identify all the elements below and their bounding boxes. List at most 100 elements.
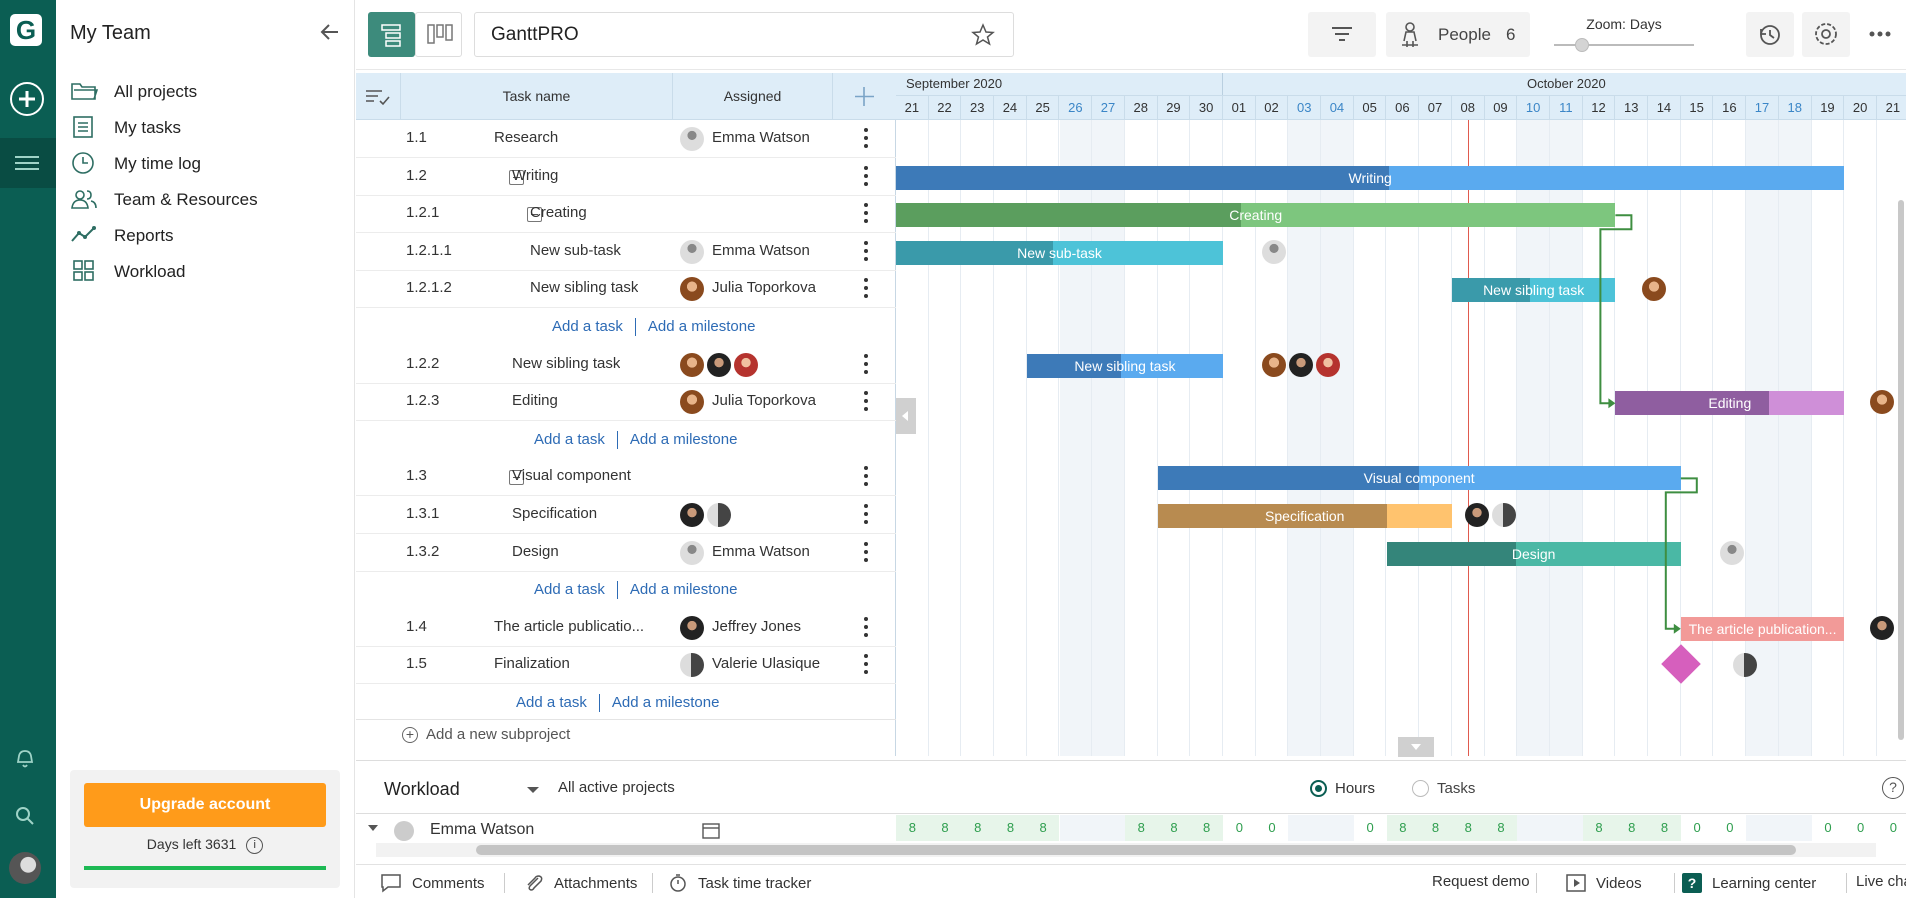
- settings-button[interactable]: [1802, 12, 1850, 57]
- add-milestone-link[interactable]: Add a milestone: [630, 581, 738, 598]
- zoom-slider-handle[interactable]: [1575, 38, 1589, 52]
- task-name[interactable]: New sibling task: [530, 279, 638, 296]
- row-menu-icon[interactable]: [861, 387, 871, 415]
- collapse-arrow-icon[interactable]: [318, 20, 342, 44]
- task-row[interactable]: 1.3 Visual component: [356, 458, 896, 497]
- info-icon[interactable]: i: [246, 836, 264, 854]
- live-chat-link[interactable]: Live chat: [1856, 873, 1906, 890]
- videos-link[interactable]: Videos: [1566, 873, 1642, 893]
- nav-item-my-tasks[interactable]: My tasks: [70, 112, 340, 144]
- task-name[interactable]: Creating: [530, 204, 587, 221]
- task-row[interactable]: 1.2.1.2 New sibling task Julia Toporkova: [356, 270, 896, 309]
- splitter-handle[interactable]: [896, 398, 916, 434]
- task-grid: 1.1 Research Emma Watson 1.2 Writing 1.2.1 Cre…: [356, 120, 896, 756]
- board-view-button[interactable]: [415, 12, 462, 57]
- column-settings-button[interactable]: [356, 73, 401, 120]
- menu-toggle-button[interactable]: [0, 138, 56, 188]
- tasks-radio[interactable]: Tasks: [1412, 780, 1475, 797]
- nav-item-reports[interactable]: Reports: [70, 220, 340, 252]
- add-milestone-link[interactable]: Add a milestone: [648, 318, 756, 335]
- project-title[interactable]: GanttPRO: [474, 12, 1014, 57]
- task-name[interactable]: The article publicatio...: [494, 618, 644, 635]
- task-name[interactable]: Visual component: [512, 467, 631, 484]
- notification-bell-icon[interactable]: [13, 746, 37, 770]
- learning-center-link[interactable]: ? Learning center: [1682, 873, 1816, 893]
- zoom-control[interactable]: Zoom: Days: [1554, 14, 1704, 54]
- calendar-icon[interactable]: [702, 821, 720, 839]
- add-column-button[interactable]: [833, 73, 896, 120]
- row-menu-icon[interactable]: [861, 199, 871, 227]
- task-row[interactable]: 1.2.1 Creating: [356, 195, 896, 234]
- horizontal-scrollbar[interactable]: [376, 843, 1876, 857]
- task-name[interactable]: Design: [512, 543, 559, 560]
- task-row[interactable]: 1.3.1 Specification: [356, 496, 896, 534]
- question-square-icon: ?: [1682, 873, 1702, 893]
- row-menu-icon[interactable]: [861, 124, 871, 152]
- row-menu-icon[interactable]: [861, 350, 871, 378]
- vertical-scrollbar[interactable]: [1898, 200, 1904, 740]
- task-row[interactable]: 1.5 Finalization Valerie Ulasique: [356, 646, 896, 685]
- time-tracker-button[interactable]: Task time tracker: [668, 873, 811, 893]
- add-task-link[interactable]: Add a task: [516, 694, 587, 711]
- upgrade-account-button[interactable]: Upgrade account: [84, 783, 326, 827]
- add-milestone-link[interactable]: Add a milestone: [630, 431, 738, 448]
- filter-button[interactable]: [1308, 12, 1376, 57]
- row-menu-icon[interactable]: [861, 162, 871, 190]
- column-header-task-name[interactable]: Task name: [401, 73, 673, 120]
- history-button[interactable]: [1746, 12, 1794, 57]
- row-menu-icon[interactable]: [861, 650, 871, 678]
- nav-item-workload[interactable]: Workload: [70, 256, 340, 288]
- row-menu-icon[interactable]: [861, 538, 871, 566]
- task-name[interactable]: New sibling task: [512, 355, 620, 372]
- task-row[interactable]: 1.1 Research Emma Watson: [356, 120, 896, 158]
- user-avatar[interactable]: [9, 852, 41, 884]
- workload-dropdown-icon[interactable]: [526, 783, 540, 797]
- expand-icon[interactable]: [368, 823, 378, 833]
- more-options-button[interactable]: [1858, 12, 1902, 57]
- search-icon[interactable]: [13, 804, 37, 828]
- help-icon[interactable]: ?: [1882, 777, 1904, 799]
- add-subproject-button[interactable]: + Add a new subproject: [402, 726, 570, 743]
- row-menu-icon[interactable]: [861, 237, 871, 265]
- column-header-assigned[interactable]: Assigned: [673, 73, 833, 120]
- workload-scope[interactable]: All active projects: [558, 779, 675, 796]
- task-row[interactable]: 1.2.2 New sibling task: [356, 346, 896, 384]
- request-demo-link[interactable]: Request demo: [1432, 873, 1530, 890]
- task-name[interactable]: Editing: [512, 392, 558, 409]
- add-task-link[interactable]: Add a task: [534, 431, 605, 448]
- task-name[interactable]: Writing: [512, 167, 558, 184]
- assignee-avatar: [680, 653, 704, 678]
- attachments-button[interactable]: Attachments: [524, 873, 637, 893]
- task-name[interactable]: Finalization: [494, 655, 570, 672]
- add-task-link[interactable]: Add a task: [552, 318, 623, 335]
- nav-item-my-time-log[interactable]: My time log: [70, 148, 340, 180]
- gantt-view-button[interactable]: [368, 12, 415, 57]
- star-icon[interactable]: [971, 23, 995, 47]
- add-task-link[interactable]: Add a task: [534, 581, 605, 598]
- add-milestone-link[interactable]: Add a milestone: [612, 694, 720, 711]
- task-name[interactable]: Research: [494, 129, 558, 146]
- people-button[interactable]: People 6: [1386, 12, 1530, 57]
- task-name[interactable]: Specification: [512, 505, 597, 522]
- gear-icon: [1802, 12, 1850, 57]
- task-number: 1.3.1: [406, 505, 440, 522]
- row-menu-icon[interactable]: [861, 462, 871, 490]
- comments-button[interactable]: Comments: [380, 873, 485, 893]
- task-row[interactable]: 1.2.1.1 New sub-task Emma Watson: [356, 233, 896, 271]
- create-project-button[interactable]: [10, 82, 44, 116]
- nav-item-team-resources[interactable]: Team & Resources: [70, 184, 340, 216]
- row-menu-icon[interactable]: [861, 274, 871, 302]
- row-menu-icon[interactable]: [861, 613, 871, 641]
- task-row[interactable]: 1.2 Writing: [356, 158, 896, 196]
- triangle-down-icon: [1398, 737, 1434, 757]
- task-row[interactable]: 1.3.2 Design Emma Watson: [356, 534, 896, 572]
- day-label: 13: [1615, 96, 1649, 119]
- scroll-down-handle[interactable]: [1398, 737, 1434, 757]
- ganttpro-logo-icon[interactable]: G: [10, 14, 42, 46]
- task-name[interactable]: New sub-task: [530, 242, 621, 259]
- task-row[interactable]: 1.4 The article publicatio... Jeffrey Jone…: [356, 609, 896, 647]
- nav-item-all-projects[interactable]: All projects: [70, 76, 340, 108]
- row-menu-icon[interactable]: [861, 500, 871, 528]
- hours-radio[interactable]: Hours: [1310, 780, 1375, 797]
- task-row[interactable]: 1.2.3 Editing Julia Toporkova: [356, 383, 896, 422]
